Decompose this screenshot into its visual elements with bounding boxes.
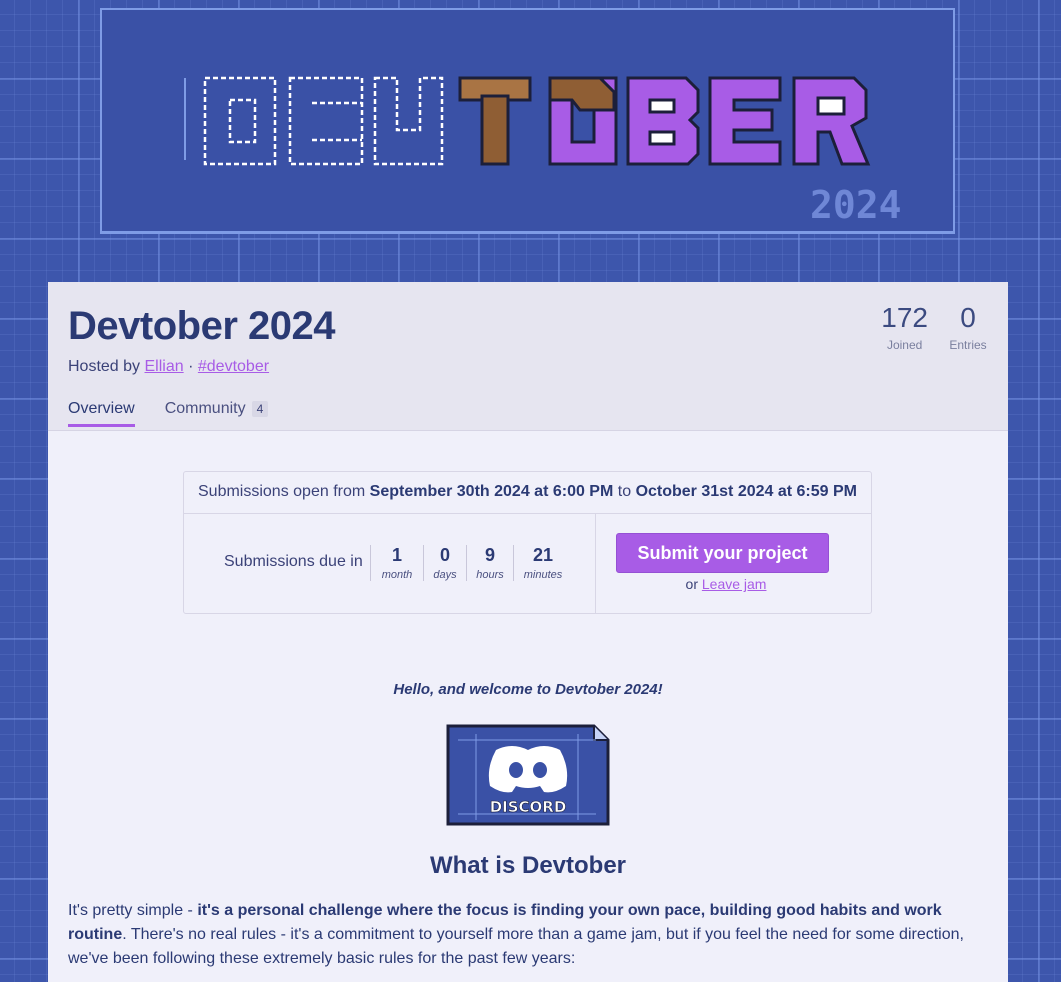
stat-joined[interactable]: 172 Joined xyxy=(881,302,928,352)
stat-value: 0 xyxy=(960,302,976,333)
countdown: 1 month 0 days 9 hours 21 minutes xyxy=(370,545,572,581)
logo-letter-d xyxy=(203,76,277,166)
countdown-value: 1 xyxy=(391,545,402,565)
countdown-unit: minutes xyxy=(523,569,563,581)
jam-card: Devtober 2024 Hosted by Ellian · #devtob… xyxy=(48,282,1008,982)
submit-project-button[interactable]: Submit your project xyxy=(616,533,829,573)
intro-paragraph: It's pretty simple - it's a personal cha… xyxy=(68,899,988,971)
countdown-minutes: 21 minutes xyxy=(513,545,572,581)
start-date: September 30th 2024 at 6:00 PM xyxy=(369,483,614,500)
countdown-value: 21 xyxy=(532,545,554,565)
countdown-month: 1 month xyxy=(370,545,423,581)
submission-dates: Submissions open from September 30th 202… xyxy=(184,472,871,514)
stat-label: Entries xyxy=(949,338,987,352)
section-title: What is Devtober xyxy=(429,852,627,879)
discord-icon xyxy=(488,746,568,793)
due-label: Submissions due in xyxy=(224,553,363,570)
jam-banner: 2024 xyxy=(0,0,1061,282)
open-prefix: Submissions open from xyxy=(198,483,366,500)
stat-label: Joined xyxy=(886,338,923,352)
logo-year: 2024 xyxy=(810,183,902,227)
logo-letter-v xyxy=(373,76,444,166)
discord-label: DISCORD xyxy=(490,798,567,816)
logo-letter-r xyxy=(792,76,871,166)
logo-letter-b xyxy=(626,76,700,166)
hosted-by: Hosted by Ellian · #devtober xyxy=(68,358,269,376)
stat-value: 172 xyxy=(881,302,928,333)
countdown-hours: 9 hours xyxy=(466,545,513,581)
countdown-unit: month xyxy=(381,569,413,581)
welcome-text: Hello, and welcome to Devtober 2024! xyxy=(393,681,663,698)
countdown-value: 0 xyxy=(439,545,450,565)
discord-banner[interactable]: DISCORD xyxy=(446,724,610,826)
tab-overview[interactable]: Overview xyxy=(68,400,135,427)
para-intro: It's pretty simple - xyxy=(68,902,198,919)
countdown-value: 9 xyxy=(484,545,495,565)
community-count-badge: 4 xyxy=(251,401,269,417)
jam-header: Devtober 2024 Hosted by Ellian · #devtob… xyxy=(48,282,1008,431)
jam-title: Devtober 2024 xyxy=(68,304,335,348)
submit-panel: Submit your project or Leave jam xyxy=(596,513,871,613)
logo-letter-t xyxy=(458,76,532,166)
devtober-logo: 2024 xyxy=(100,76,955,233)
end-date: October 31st 2024 at 6:59 PM xyxy=(635,483,857,500)
tab-community[interactable]: Community 4 xyxy=(165,400,269,427)
tab-label: Overview xyxy=(68,400,135,417)
jam-tabs: Overview Community 4 xyxy=(68,400,269,427)
leave-prefix: or xyxy=(685,576,698,592)
submission-box: Submissions open from September 30th 202… xyxy=(183,471,872,614)
countdown-days: 0 days xyxy=(423,545,466,581)
hosted-by-label: Hosted by xyxy=(68,358,141,375)
countdown-panel: Submissions due in 1 month 0 days 9 hour… xyxy=(184,513,596,613)
host-link[interactable]: Ellian xyxy=(145,358,184,375)
hashtag-link[interactable]: #devtober xyxy=(198,358,269,375)
leave-jam-line: or Leave jam xyxy=(596,576,856,592)
jam-stats: 172 Joined 0 Entries xyxy=(881,302,988,352)
separator: · xyxy=(188,358,194,375)
tab-label: Community xyxy=(164,400,246,417)
to-word: to xyxy=(617,483,632,500)
countdown-unit: hours xyxy=(476,569,504,581)
leave-jam-link[interactable]: Leave jam xyxy=(702,576,767,592)
para-rest: . There's no real rules - it's a commitm… xyxy=(68,926,964,967)
logo-letter-e2 xyxy=(708,76,782,166)
stat-entries[interactable]: 0 Entries xyxy=(948,302,988,352)
countdown-unit: days xyxy=(433,569,457,581)
logo-letter-e xyxy=(288,76,364,166)
